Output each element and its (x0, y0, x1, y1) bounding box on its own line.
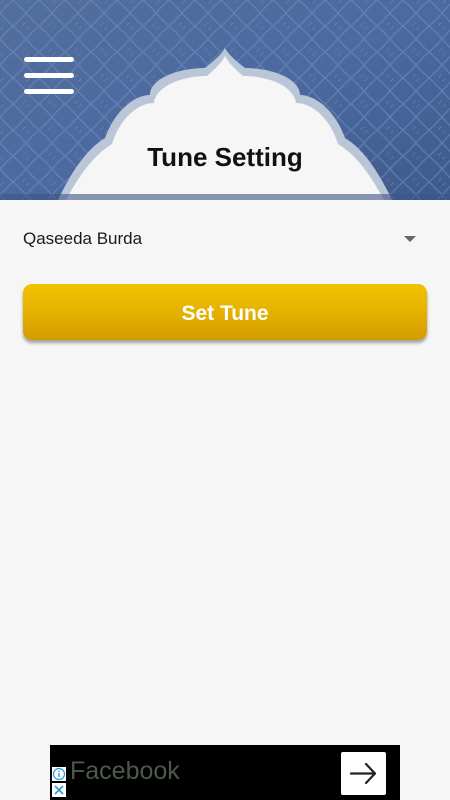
dropdown-caret-icon (404, 236, 416, 242)
tune-dropdown[interactable]: Qaseeda Burda (22, 222, 426, 256)
arrow-right-icon (349, 762, 377, 785)
menu-bar (24, 57, 74, 62)
page-title: Tune Setting (147, 142, 303, 172)
set-tune-button[interactable]: Set Tune (23, 284, 427, 340)
tune-dropdown-value: Qaseeda Burda (23, 229, 143, 248)
ad-arrow-button[interactable] (341, 752, 386, 795)
ad-banner[interactable]: Facebook (50, 745, 400, 800)
info-icon[interactable] (52, 767, 66, 781)
ad-text: Facebook (70, 757, 180, 785)
header: Tune Setting (0, 0, 450, 200)
close-icon[interactable] (52, 783, 66, 797)
menu-bar (24, 73, 74, 78)
menu-bar (24, 89, 74, 94)
hamburger-menu-icon[interactable] (22, 54, 76, 100)
tune-setting-screen: Tune Setting Qaseeda Burda Set Tune Face… (0, 0, 450, 800)
